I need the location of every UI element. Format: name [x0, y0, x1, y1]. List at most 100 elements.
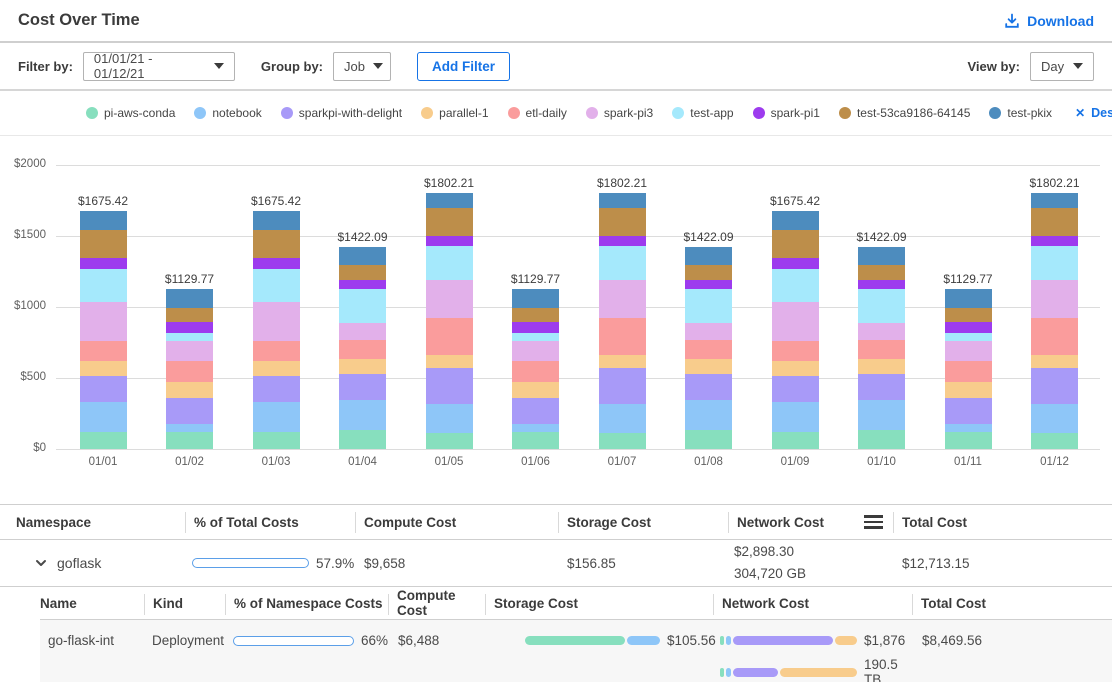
bar-segment-test-pkix-01/10[interactable] [858, 247, 905, 265]
bar-segment-notebook-01/11[interactable] [945, 424, 992, 432]
bar-segment-test-53ca9186-64145-01/12[interactable] [1031, 208, 1078, 236]
bar-segment-parallel-1-01/07[interactable] [599, 355, 646, 368]
bar-segment-parallel-1-01/04[interactable] [339, 359, 386, 374]
bar-segment-sparkpi-with-delight-01/10[interactable] [858, 374, 905, 401]
bar-segment-test-53ca9186-64145-01/01[interactable] [80, 230, 127, 258]
bar-segment-sparkpi-with-delight-01/01[interactable] [80, 376, 127, 402]
bar-segment-test-app-01/11[interactable] [945, 333, 992, 341]
bar-segment-pi-aws-conda-01/03[interactable] [253, 432, 300, 449]
deselect-all-button[interactable]: ✕ Deselect All [1075, 106, 1112, 120]
bar-segment-etl-daily-01/09[interactable] [772, 341, 819, 360]
bar-segment-parallel-1-01/05[interactable] [426, 355, 473, 368]
bar-segment-test-53ca9186-64145-01/11[interactable] [945, 308, 992, 322]
bar-segment-test-pkix-01/08[interactable] [685, 247, 732, 265]
bar-segment-etl-daily-01/04[interactable] [339, 340, 386, 359]
bar-segment-test-app-01/08[interactable] [685, 289, 732, 322]
bar-segment-parallel-1-01/10[interactable] [858, 359, 905, 374]
bar-segment-pi-aws-conda-01/09[interactable] [772, 432, 819, 449]
bar-segment-notebook-01/01[interactable] [80, 402, 127, 432]
bar-segment-spark-pi1-01/10[interactable] [858, 280, 905, 290]
bar-segment-test-pkix-01/12[interactable] [1031, 193, 1078, 208]
bar-segment-spark-pi1-01/01[interactable] [80, 258, 127, 268]
bar-segment-test-53ca9186-64145-01/09[interactable] [772, 230, 819, 258]
bar-segment-pi-aws-conda-01/02[interactable] [166, 432, 213, 449]
bar-segment-notebook-01/12[interactable] [1031, 404, 1078, 433]
bar-segment-etl-daily-01/08[interactable] [685, 340, 732, 359]
bar-segment-spark-pi1-01/05[interactable] [426, 236, 473, 246]
bar-segment-spark-pi1-01/11[interactable] [945, 322, 992, 333]
bar-segment-notebook-01/05[interactable] [426, 404, 473, 433]
bar-segment-spark-pi1-01/04[interactable] [339, 280, 386, 290]
bar-segment-test-app-01/07[interactable] [599, 246, 646, 280]
bar-segment-test-app-01/12[interactable] [1031, 246, 1078, 280]
bar-segment-sparkpi-with-delight-01/12[interactable] [1031, 368, 1078, 404]
bar-segment-notebook-01/03[interactable] [253, 402, 300, 432]
bar-segment-test-pkix-01/01[interactable] [80, 211, 127, 230]
bar-segment-etl-daily-01/06[interactable] [512, 361, 559, 382]
bar-segment-notebook-01/09[interactable] [772, 402, 819, 432]
bar-segment-spark-pi1-01/02[interactable] [166, 322, 213, 333]
bar-segment-pi-aws-conda-01/08[interactable] [685, 430, 732, 449]
bar-segment-test-pkix-01/06[interactable] [512, 289, 559, 308]
bar-segment-test-pkix-01/05[interactable] [426, 193, 473, 208]
bar-segment-test-app-01/06[interactable] [512, 333, 559, 341]
bar-segment-sparkpi-with-delight-01/05[interactable] [426, 368, 473, 404]
bar-segment-spark-pi1-01/09[interactable] [772, 258, 819, 268]
bar-segment-test-53ca9186-64145-01/02[interactable] [166, 308, 213, 322]
bar-segment-test-pkix-01/04[interactable] [339, 247, 386, 265]
bar-segment-spark-pi3-01/08[interactable] [685, 323, 732, 340]
bar-segment-etl-daily-01/12[interactable] [1031, 318, 1078, 356]
bar-segment-spark-pi1-01/12[interactable] [1031, 236, 1078, 246]
bar-segment-test-app-01/05[interactable] [426, 246, 473, 280]
bar-segment-test-pkix-01/11[interactable] [945, 289, 992, 308]
add-filter-button[interactable]: Add Filter [417, 52, 510, 81]
bar-segment-spark-pi3-01/04[interactable] [339, 323, 386, 340]
chevron-down-icon[interactable] [34, 556, 48, 570]
bar-segment-test-53ca9186-64145-01/07[interactable] [599, 208, 646, 236]
bar-segment-pi-aws-conda-01/11[interactable] [945, 432, 992, 449]
bar-segment-pi-aws-conda-01/12[interactable] [1031, 433, 1078, 449]
bar-segment-notebook-01/04[interactable] [339, 400, 386, 430]
bar-segment-pi-aws-conda-01/05[interactable] [426, 433, 473, 449]
legend-item-spark-pi3[interactable]: spark-pi3 [586, 106, 653, 120]
bar-segment-test-53ca9186-64145-01/08[interactable] [685, 265, 732, 280]
bar-segment-spark-pi3-01/11[interactable] [945, 341, 992, 362]
bar-segment-spark-pi3-01/07[interactable] [599, 280, 646, 318]
bar-segment-sparkpi-with-delight-01/07[interactable] [599, 368, 646, 404]
bar-segment-spark-pi1-01/08[interactable] [685, 280, 732, 290]
namespace-row-goflask[interactable]: goflask 57.9% $9,658 $156.85 $2,898.30 3… [0, 540, 1112, 587]
bar-segment-spark-pi1-01/03[interactable] [253, 258, 300, 268]
bar-segment-test-pkix-01/02[interactable] [166, 289, 213, 308]
legend-item-test-pkix[interactable]: test-pkix [989, 106, 1052, 120]
bar-segment-pi-aws-conda-01/04[interactable] [339, 430, 386, 449]
bar-segment-sparkpi-with-delight-01/09[interactable] [772, 376, 819, 402]
legend-item-pi-aws-conda[interactable]: pi-aws-conda [86, 106, 175, 120]
bar-segment-sparkpi-with-delight-01/04[interactable] [339, 374, 386, 401]
bar-segment-spark-pi3-01/05[interactable] [426, 280, 473, 318]
date-range-select[interactable]: 01/01/21 - 01/12/21 [83, 52, 235, 81]
bar-segment-etl-daily-01/05[interactable] [426, 318, 473, 356]
bar-segment-pi-aws-conda-01/07[interactable] [599, 433, 646, 449]
bar-segment-parallel-1-01/12[interactable] [1031, 355, 1078, 368]
bar-segment-parallel-1-01/08[interactable] [685, 359, 732, 374]
legend-item-etl-daily[interactable]: etl-daily [508, 106, 567, 120]
bar-segment-test-53ca9186-64145-01/04[interactable] [339, 265, 386, 280]
bar-segment-notebook-01/08[interactable] [685, 400, 732, 430]
bar-segment-etl-daily-01/10[interactable] [858, 340, 905, 359]
legend-item-sparkpi-with-delight[interactable]: sparkpi-with-delight [281, 106, 402, 120]
download-button[interactable]: Download [1004, 13, 1094, 29]
bar-segment-parallel-1-01/06[interactable] [512, 382, 559, 398]
bar-segment-spark-pi3-01/12[interactable] [1031, 280, 1078, 318]
bar-segment-notebook-01/10[interactable] [858, 400, 905, 430]
bar-segment-spark-pi3-01/09[interactable] [772, 302, 819, 341]
bar-segment-notebook-01/06[interactable] [512, 424, 559, 432]
bar-segment-parallel-1-01/03[interactable] [253, 361, 300, 376]
bar-segment-sparkpi-with-delight-01/08[interactable] [685, 374, 732, 401]
bar-segment-pi-aws-conda-01/10[interactable] [858, 430, 905, 449]
bar-segment-spark-pi3-01/06[interactable] [512, 341, 559, 362]
bar-segment-test-app-01/10[interactable] [858, 289, 905, 322]
legend-item-test-53ca9186-64145[interactable]: test-53ca9186-64145 [839, 106, 970, 120]
bar-segment-spark-pi1-01/07[interactable] [599, 236, 646, 246]
bar-segment-pi-aws-conda-01/06[interactable] [512, 432, 559, 449]
bar-segment-spark-pi3-01/03[interactable] [253, 302, 300, 341]
